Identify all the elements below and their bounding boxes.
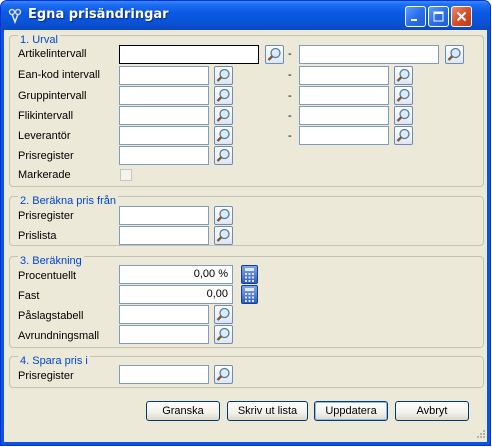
spara-group: 4. Spara pris i — [9, 355, 484, 388]
eankod-label: Ean-kod intervall — [18, 69, 100, 81]
resize-grip-icon[interactable] — [474, 429, 486, 441]
grupp-separator: - — [288, 90, 292, 102]
eankod-separator: - — [288, 69, 292, 81]
eankod-from-input[interactable] — [119, 66, 209, 85]
markerade-checkbox[interactable] — [120, 169, 132, 181]
eankod-to-lookup-button[interactable] — [394, 66, 413, 85]
urval-prisregister-lookup-button[interactable] — [214, 146, 233, 165]
maximize-button[interactable] — [428, 6, 449, 27]
magnifier-icon — [396, 108, 410, 122]
dialog-window: Egna prisändringar 1. Urval Artikelinter… — [0, 0, 491, 446]
paslagstabell-lookup-button[interactable] — [214, 305, 233, 324]
flik-from-input[interactable] — [119, 106, 209, 125]
flik-from-lookup-button[interactable] — [214, 106, 233, 125]
grupp-to-input[interactable] — [299, 86, 389, 105]
grupp-from-lookup-button[interactable] — [214, 86, 233, 105]
procentuellt-label: Procentuellt — [18, 270, 77, 282]
magnifier-icon — [396, 128, 410, 142]
flik-to-lookup-button[interactable] — [394, 106, 413, 125]
calculator-icon — [245, 268, 254, 282]
avbryt-button[interactable]: Avbryt — [395, 401, 469, 421]
spara-prisregister-label: Prisregister — [18, 370, 74, 382]
magnifier-icon — [216, 148, 230, 162]
grupp-to-lookup-button[interactable] — [394, 86, 413, 105]
avrundningsmall-input[interactable] — [119, 325, 209, 344]
magnifier-icon — [216, 307, 230, 321]
avrundningsmall-label: Avrundningsmall — [18, 330, 100, 342]
procentuellt-calculator-button[interactable] — [241, 265, 258, 284]
magnifier-icon — [216, 208, 230, 222]
procentuellt-input[interactable]: 0,00 % — [119, 265, 233, 284]
leverantor-from-lookup-button[interactable] — [214, 126, 233, 145]
leverantor-separator: - — [288, 130, 292, 142]
eankod-to-input[interactable] — [299, 66, 389, 85]
flik-to-input[interactable] — [299, 106, 389, 125]
artikel-to-input[interactable] — [299, 45, 439, 64]
leverantor-from-input[interactable] — [119, 126, 209, 145]
app-icon — [8, 8, 22, 24]
avrundningsmall-lookup-button[interactable] — [214, 325, 233, 344]
berakna-prisregister-input[interactable] — [119, 206, 209, 225]
close-icon — [456, 11, 467, 22]
fast-label: Fast — [18, 290, 40, 302]
granska-button[interactable]: Granska — [146, 401, 220, 421]
leverantor-label: Leverantör — [18, 130, 71, 142]
berakna-prisregister-label: Prisregister — [18, 210, 74, 222]
magnifier-icon — [216, 327, 230, 341]
magnifier-icon — [396, 88, 410, 102]
maximize-icon — [433, 11, 444, 22]
magnifier-icon — [216, 88, 230, 102]
title-bar[interactable]: Egna prisändringar — [1, 1, 490, 30]
fast-input[interactable]: 0,00 — [119, 285, 233, 304]
magnifier-icon — [216, 367, 230, 381]
minimize-button[interactable] — [405, 6, 426, 27]
prislista-label: Prislista — [18, 230, 57, 242]
spara-group-title: 4. Spara pris i — [18, 355, 90, 367]
markerade-label: Markerade — [18, 169, 71, 181]
leverantor-to-lookup-button[interactable] — [394, 126, 413, 145]
flik-separator: - — [288, 110, 292, 122]
magnifier-icon — [396, 68, 410, 82]
berakna-group-title: 2. Beräkna pris från — [18, 195, 118, 207]
urval-prisregister-label: Prisregister — [18, 150, 74, 162]
artikelintervall-label: Artikelintervall — [18, 48, 87, 60]
urval-group-title: 1. Urval — [18, 34, 60, 46]
artikel-from-lookup-button[interactable] — [265, 45, 284, 64]
paslagstabell-input[interactable] — [119, 305, 209, 324]
prislista-lookup-button[interactable] — [214, 226, 233, 245]
magnifier-icon — [216, 228, 230, 242]
spara-prisregister-input[interactable] — [119, 365, 209, 384]
berakna-prisregister-lookup-button[interactable] — [214, 206, 233, 225]
spara-prisregister-lookup-button[interactable] — [214, 365, 233, 384]
artikel-separator: - — [288, 48, 292, 60]
uppdatera-button[interactable]: Uppdatera — [314, 401, 388, 421]
artikel-to-lookup-button[interactable] — [445, 45, 464, 64]
prislista-input[interactable] — [119, 226, 209, 245]
magnifier-icon — [216, 128, 230, 142]
fast-calculator-button[interactable] — [241, 285, 258, 304]
skriv-ut-lista-button[interactable]: Skriv ut lista — [227, 401, 308, 421]
magnifier-icon — [267, 47, 281, 61]
calculator-icon — [245, 288, 254, 302]
minimize-icon — [411, 19, 417, 21]
eankod-from-lookup-button[interactable] — [214, 66, 233, 85]
urval-prisregister-input[interactable] — [119, 146, 209, 165]
gruppintervall-label: Gruppintervall — [18, 90, 87, 102]
flikintervall-label: Flikintervall — [18, 110, 74, 122]
leverantor-to-input[interactable] — [299, 126, 389, 145]
paslagstabell-label: Påslagstabell — [18, 310, 84, 322]
berakna-group: 2. Beräkna pris från — [9, 195, 484, 246]
magnifier-icon — [216, 108, 230, 122]
close-button[interactable] — [451, 6, 472, 27]
berakning-group-title: 3. Beräkning — [18, 255, 84, 267]
grupp-from-input[interactable] — [119, 86, 209, 105]
window-title: Egna prisändringar — [28, 7, 169, 22]
artikel-from-input[interactable] — [119, 45, 259, 64]
magnifier-icon — [447, 47, 461, 61]
magnifier-icon — [216, 68, 230, 82]
